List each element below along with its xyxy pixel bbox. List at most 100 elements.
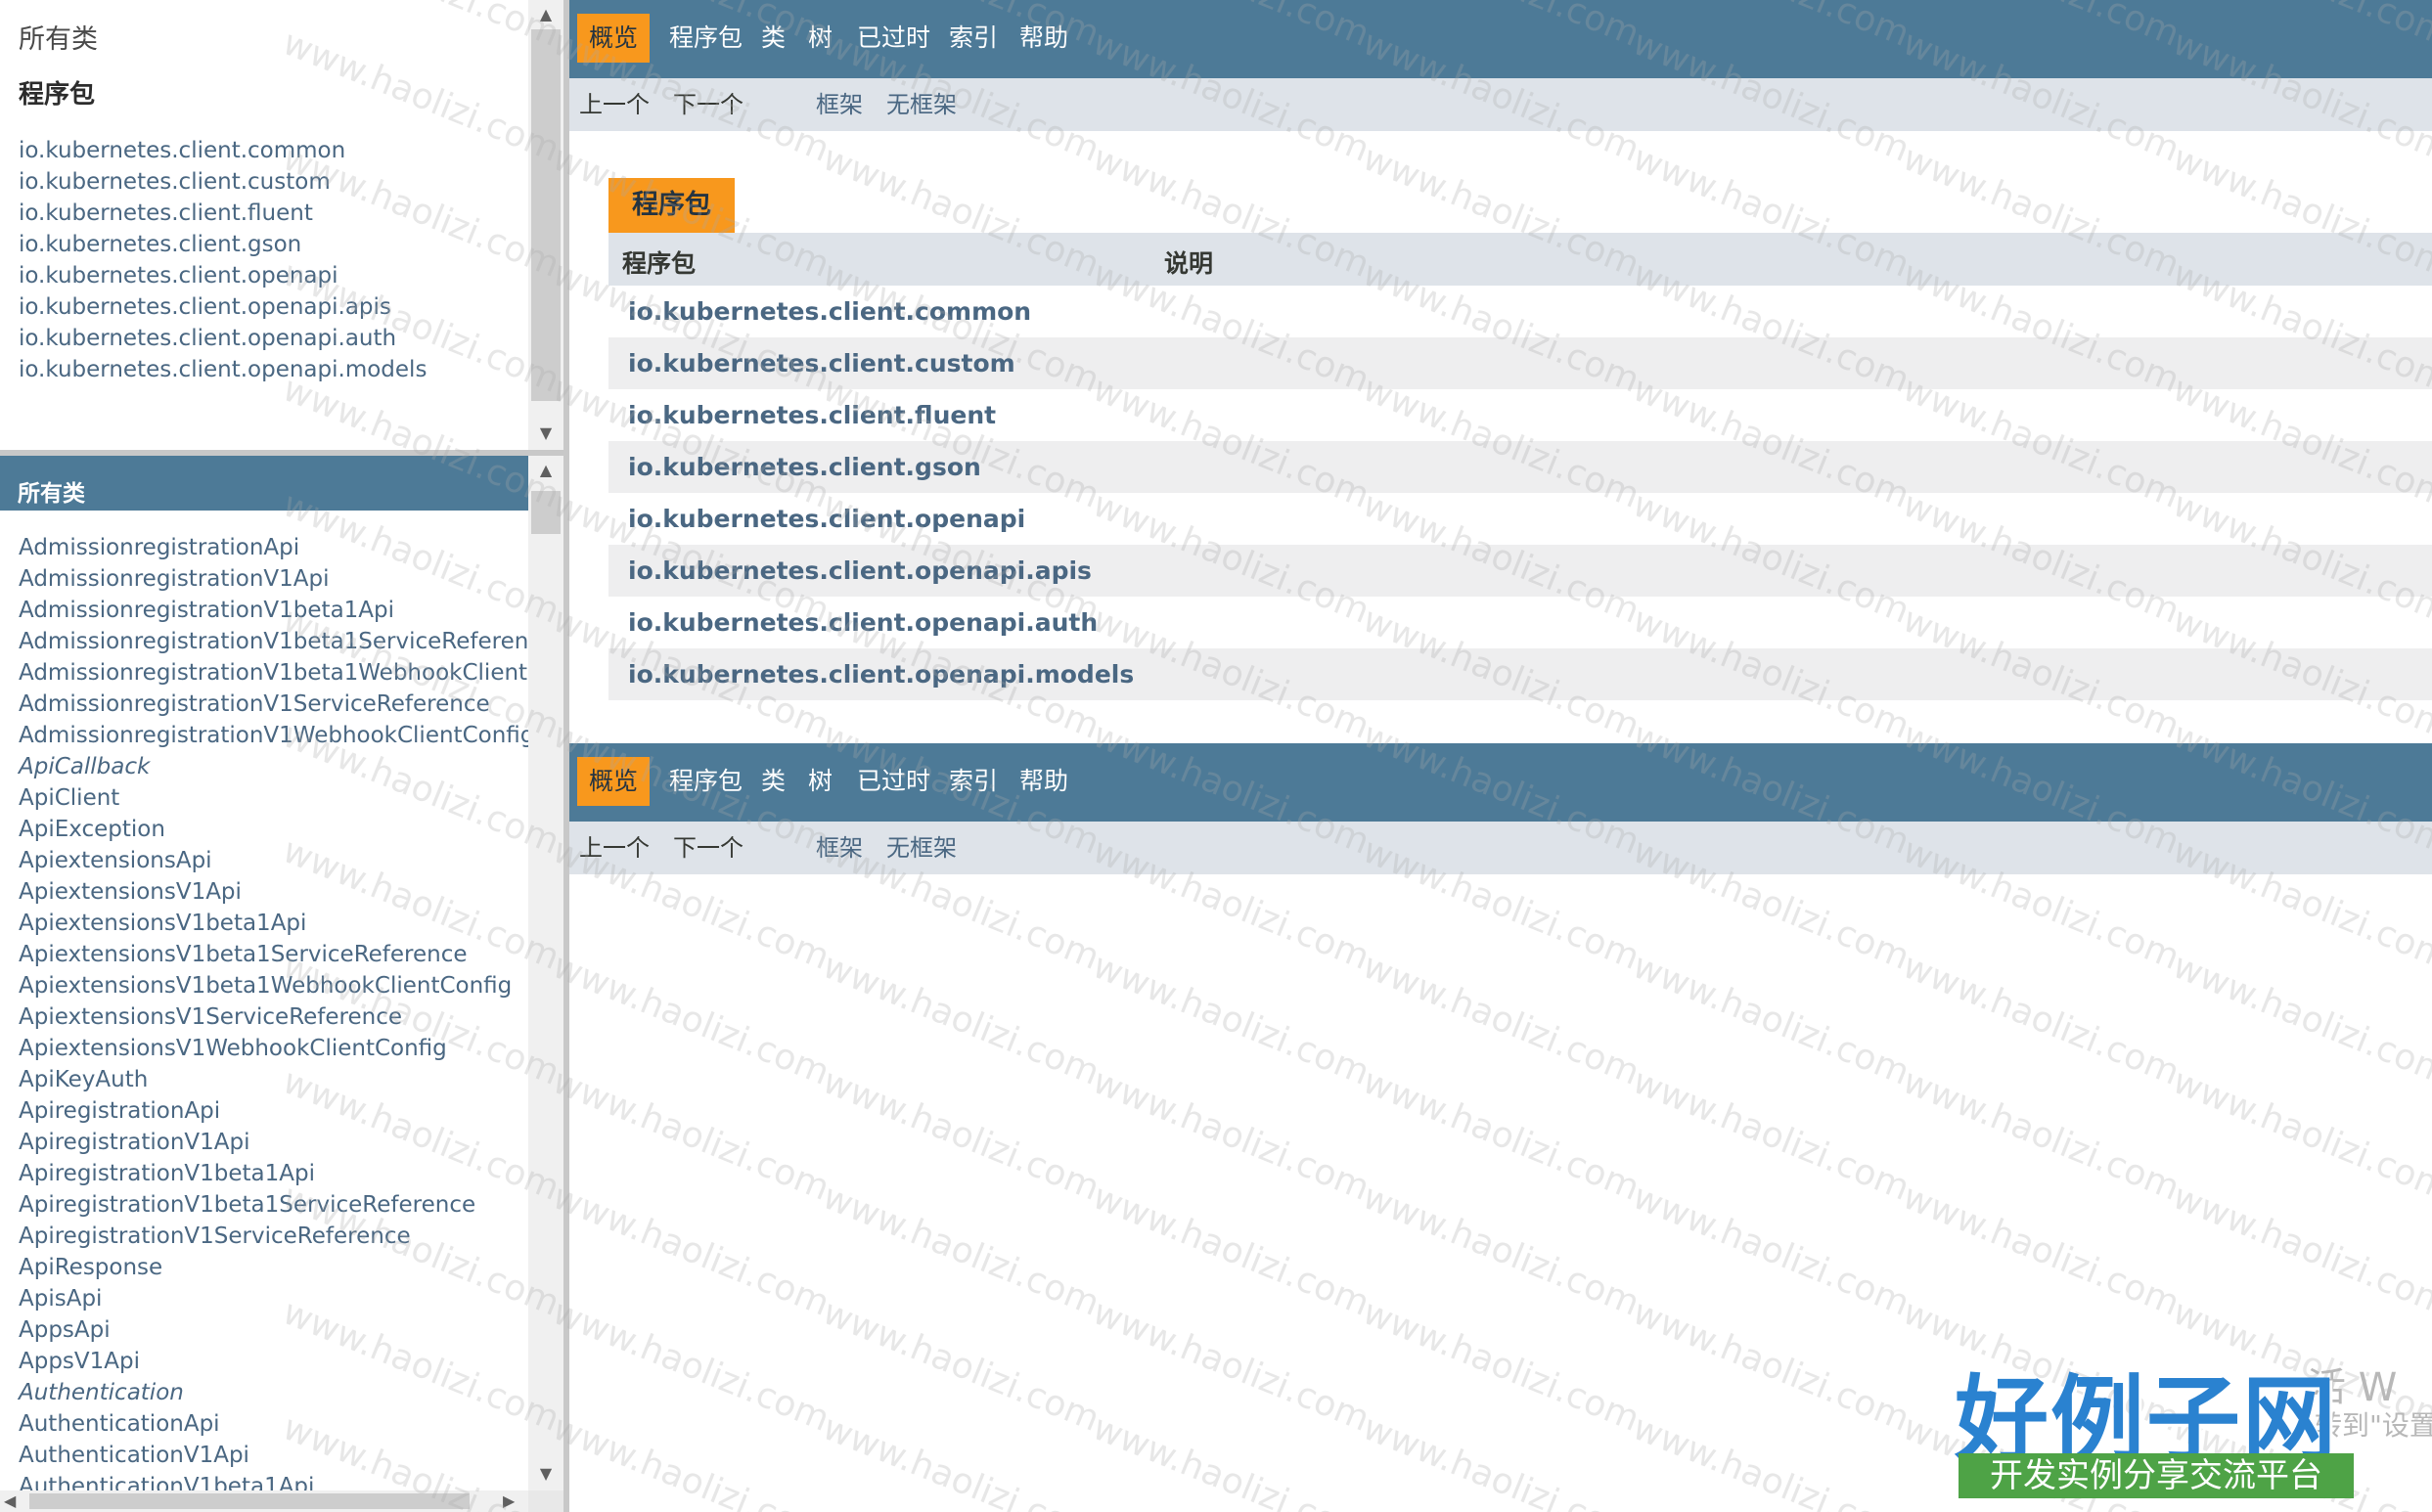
prev-label: 上一个 <box>579 834 650 862</box>
package-list-frame: 所有类 程序包 io.kubernetes.client.common io.ku… <box>0 0 528 448</box>
class-list-item[interactable]: AdmissionregistrationV1WebhookClientConf… <box>19 720 528 751</box>
class-list-item[interactable]: ApiextensionsV1ServiceReference <box>19 1001 528 1033</box>
scroll-up-arrow-icon[interactable]: ▲ <box>528 456 563 485</box>
class-list-item[interactable]: ApiregistrationApi <box>19 1095 528 1127</box>
scroll-down-arrow-icon[interactable]: ▼ <box>528 419 563 448</box>
package-list-item[interactable]: io.kubernetes.client.common <box>19 135 427 166</box>
class-list-item[interactable]: AdmissionregistrationV1beta1WebhookClien… <box>19 657 528 689</box>
package-link[interactable]: io.kubernetes.client.gson <box>628 453 981 481</box>
packages-table: 程序包 说明 io.kubernetes.client.common io.kub… <box>608 233 2432 700</box>
package-link[interactable]: io.kubernetes.client.openapi.apis <box>628 556 1092 585</box>
overview-frame: 概览 程序包 类 树 已过时 索引 帮助 上一个 下一个 框架 无框架 程序包 … <box>569 0 2432 1512</box>
class-list-item[interactable]: AdmissionregistrationV1beta1ServiceRefer… <box>19 626 528 657</box>
all-classes-link[interactable]: 所有类 <box>19 18 98 56</box>
table-header-row: 程序包 说明 <box>608 233 2432 286</box>
scroll-down-arrow-icon[interactable]: ▼ <box>528 1459 563 1489</box>
scroll-thumb[interactable] <box>531 29 561 401</box>
class-list-item[interactable]: ApiregistrationV1Api <box>19 1127 528 1158</box>
frames-link[interactable]: 框架 <box>816 833 863 863</box>
nav-deprecated-link[interactable]: 已过时 <box>857 14 930 63</box>
table-row: io.kubernetes.client.gson <box>608 441 2432 493</box>
nav-overview-tab[interactable]: 概览 <box>577 14 651 63</box>
class-list-item[interactable]: ApiextensionsV1beta1ServiceReference <box>19 939 528 970</box>
class-list-item[interactable]: ApiregistrationV1ServiceReference <box>19 1221 528 1252</box>
logo-subtitle: 开发实例分享交流平台 <box>1959 1453 2354 1498</box>
class-list-item[interactable]: ApiregistrationV1beta1Api <box>19 1158 528 1189</box>
scroll-right-arrow-icon[interactable]: ▶ <box>503 1490 515 1512</box>
class-list-item[interactable]: AdmissionregistrationV1ServiceReference <box>19 689 528 720</box>
package-list-item[interactable]: io.kubernetes.client.custom <box>19 166 427 198</box>
scrollbar-corner <box>528 1490 563 1512</box>
package-list-item[interactable]: io.kubernetes.client.openapi.auth <box>19 323 427 354</box>
nav-index-link[interactable]: 索引 <box>949 757 998 806</box>
class-frame-scrollbar[interactable]: ▲ ▼ <box>528 456 563 1490</box>
package-link[interactable]: io.kubernetes.client.common <box>628 297 1031 326</box>
nav-package-link[interactable]: 程序包 <box>669 14 743 63</box>
scroll-up-arrow-icon[interactable]: ▲ <box>528 0 563 29</box>
nav-tree-link[interactable]: 树 <box>808 757 833 806</box>
table-row: io.kubernetes.client.common <box>608 286 2432 337</box>
class-list-item[interactable]: ApiextensionsV1Api <box>19 876 528 908</box>
class-list-item[interactable]: ApiextensionsV1beta1Api <box>19 908 528 939</box>
site-logo-watermark: 活 W 转到"设置 好例子网 开发实例分享交流平台 <box>1955 1344 2432 1512</box>
class-list-item[interactable]: AppsApi <box>19 1314 528 1346</box>
package-list-item[interactable]: io.kubernetes.client.openapi <box>19 260 427 291</box>
class-list-item[interactable]: AdmissionregistrationApi <box>19 532 528 563</box>
nav-help-link[interactable]: 帮助 <box>1019 14 1068 63</box>
package-link[interactable]: io.kubernetes.client.fluent <box>628 401 996 429</box>
scroll-thumb[interactable] <box>29 1493 470 1509</box>
table-row: io.kubernetes.client.openapi.auth <box>608 597 2432 648</box>
class-list-item[interactable]: AuthenticationApi <box>19 1408 528 1440</box>
package-list-item[interactable]: io.kubernetes.client.openapi.apis <box>19 291 427 323</box>
class-list-item[interactable]: ApiextensionsApi <box>19 845 528 876</box>
top-subnav: 上一个 下一个 框架 无框架 <box>569 78 2432 131</box>
bottom-navbar: 概览 程序包 类 树 已过时 索引 帮助 <box>569 743 2432 822</box>
package-list-item[interactable]: io.kubernetes.client.fluent <box>19 198 427 229</box>
class-list-item[interactable]: ApiResponse <box>19 1252 528 1283</box>
class-list-item[interactable]: AuthenticationV1beta1Api <box>19 1471 528 1490</box>
packages-table-caption: 程序包 <box>608 178 735 233</box>
class-list-item[interactable]: ApiClient <box>19 782 528 814</box>
nav-class-link[interactable]: 类 <box>761 757 786 806</box>
interface-list-item[interactable]: ApiCallback <box>19 751 528 782</box>
class-list-item[interactable]: ApiextensionsV1WebhookClientConfig <box>19 1033 528 1064</box>
package-frame-scrollbar[interactable]: ▲ ▼ <box>528 0 563 450</box>
class-list-item[interactable]: ApisApi <box>19 1283 528 1314</box>
class-list-item[interactable]: ApiException <box>19 814 528 845</box>
package-link[interactable]: io.kubernetes.client.openapi <box>628 505 1025 533</box>
nav-class-link[interactable]: 类 <box>761 14 786 63</box>
nav-index-link[interactable]: 索引 <box>949 14 998 63</box>
column-header-description: 说明 <box>1164 249 1214 278</box>
class-list-item[interactable]: AdmissionregistrationV1beta1Api <box>19 595 528 626</box>
frames-link[interactable]: 框架 <box>816 90 863 119</box>
package-list-item[interactable]: io.kubernetes.client.openapi.models <box>19 354 427 385</box>
class-list: AdmissionregistrationApi Admissionregistr… <box>19 532 528 1490</box>
nav-overview-tab[interactable]: 概览 <box>577 757 651 806</box>
class-list-item[interactable]: AppsV1Api <box>19 1346 528 1377</box>
class-list-item[interactable]: ApiregistrationV1beta1ServiceReference <box>19 1189 528 1221</box>
scroll-left-arrow-icon[interactable]: ◀ <box>4 1490 16 1512</box>
interface-list-item[interactable]: Authentication <box>19 1377 528 1408</box>
class-frame-horizontal-scrollbar[interactable]: ◀ ▶ <box>0 1490 528 1512</box>
class-list-frame: 所有类 AdmissionregistrationApi Admissionreg… <box>0 456 528 1490</box>
package-link[interactable]: io.kubernetes.client.openapi.models <box>628 660 1134 689</box>
no-frames-link[interactable]: 无框架 <box>886 90 957 119</box>
package-list-item[interactable]: io.kubernetes.client.gson <box>19 229 427 260</box>
package-link[interactable]: io.kubernetes.client.openapi.auth <box>628 608 1098 637</box>
next-label: 下一个 <box>673 834 743 862</box>
nav-help-link[interactable]: 帮助 <box>1019 757 1068 806</box>
nav-package-link[interactable]: 程序包 <box>669 757 743 806</box>
nav-tree-link[interactable]: 树 <box>808 14 833 63</box>
nav-deprecated-link[interactable]: 已过时 <box>857 757 930 806</box>
scroll-thumb[interactable] <box>531 491 561 534</box>
table-row: io.kubernetes.client.openapi.models <box>608 648 2432 700</box>
class-list-item[interactable]: ApiKeyAuth <box>19 1064 528 1095</box>
packages-heading: 程序包 <box>19 80 96 110</box>
package-list: io.kubernetes.client.common io.kubernetes… <box>19 135 427 385</box>
top-navbar: 概览 程序包 类 树 已过时 索引 帮助 <box>569 0 2432 78</box>
class-list-item[interactable]: ApiextensionsV1beta1WebhookClientConfig <box>19 970 528 1001</box>
package-link[interactable]: io.kubernetes.client.custom <box>628 349 1015 378</box>
no-frames-link[interactable]: 无框架 <box>886 833 957 863</box>
class-list-item[interactable]: AdmissionregistrationV1Api <box>19 563 528 595</box>
class-list-item[interactable]: AuthenticationV1Api <box>19 1440 528 1471</box>
